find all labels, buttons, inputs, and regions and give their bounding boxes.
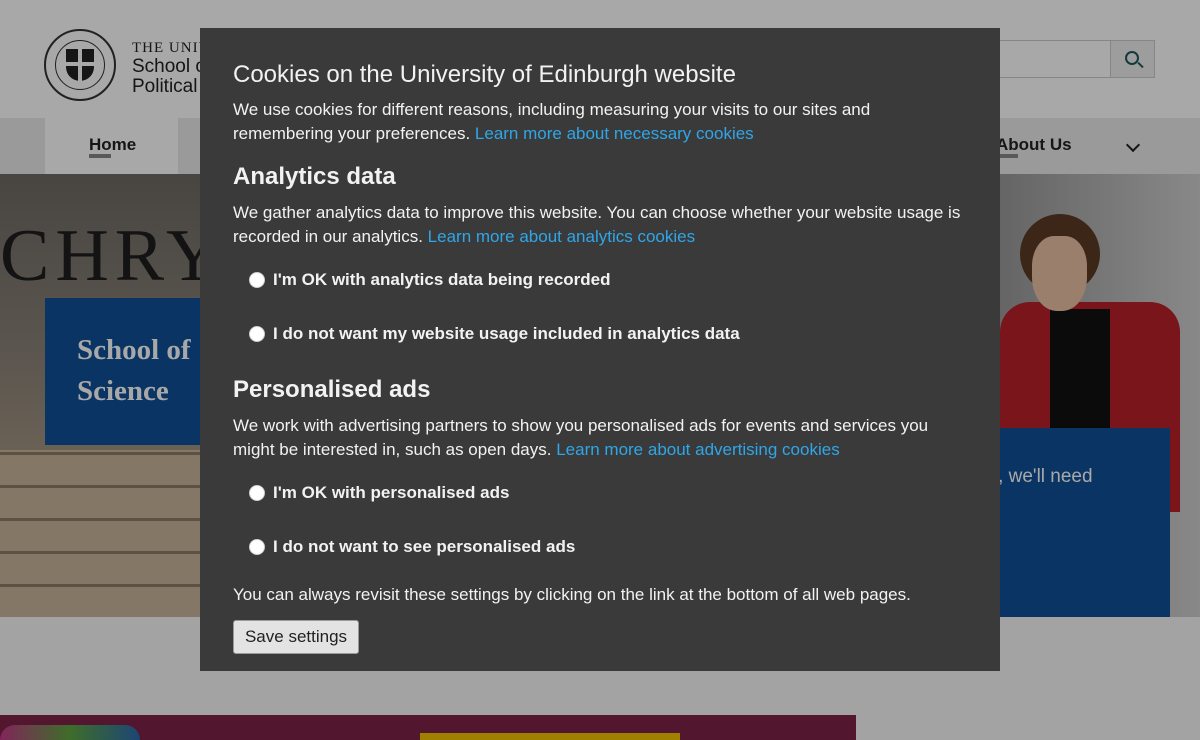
ads-decline-radio[interactable] bbox=[249, 539, 265, 555]
necessary-cookies-link[interactable]: Learn more about necessary cookies bbox=[475, 124, 754, 143]
save-settings-button[interactable]: Save settings bbox=[233, 620, 359, 654]
analytics-cookies-link[interactable]: Learn more about analytics cookies bbox=[428, 227, 695, 246]
analytics-decline-label: I do not want my website usage included … bbox=[273, 324, 740, 343]
analytics-text: We gather analytics data to improve this… bbox=[233, 203, 961, 246]
ads-decline-label: I do not want to see personalised ads bbox=[273, 537, 576, 556]
analytics-decline-radio[interactable] bbox=[249, 326, 265, 342]
analytics-accept-option[interactable]: I'm OK with analytics data being recorde… bbox=[249, 269, 611, 291]
cookie-intro-text: We use cookies for different reasons, in… bbox=[233, 100, 871, 143]
ads-text: We work with advertising partners to sho… bbox=[233, 416, 929, 459]
analytics-accept-radio[interactable] bbox=[249, 272, 265, 288]
analytics-heading: Analytics data bbox=[233, 163, 396, 190]
analytics-decline-option[interactable]: I do not want my website usage included … bbox=[249, 323, 740, 345]
ads-accept-radio[interactable] bbox=[249, 485, 265, 501]
cookie-settings-dialog: Cookies on the University of Edinburgh w… bbox=[200, 28, 1000, 671]
ads-accept-label: I'm OK with personalised ads bbox=[273, 483, 510, 502]
ads-accept-option[interactable]: I'm OK with personalised ads bbox=[249, 482, 509, 504]
ads-decline-option[interactable]: I do not want to see personalised ads bbox=[249, 536, 575, 558]
cookie-dialog-title: Cookies on the University of Edinburgh w… bbox=[233, 61, 736, 88]
ads-heading: Personalised ads bbox=[233, 376, 431, 403]
analytics-accept-label: I'm OK with analytics data being recorde… bbox=[273, 270, 611, 289]
advertising-cookies-link[interactable]: Learn more about advertising cookies bbox=[556, 440, 840, 459]
cookie-footer-text: You can always revisit these settings by… bbox=[233, 585, 911, 604]
